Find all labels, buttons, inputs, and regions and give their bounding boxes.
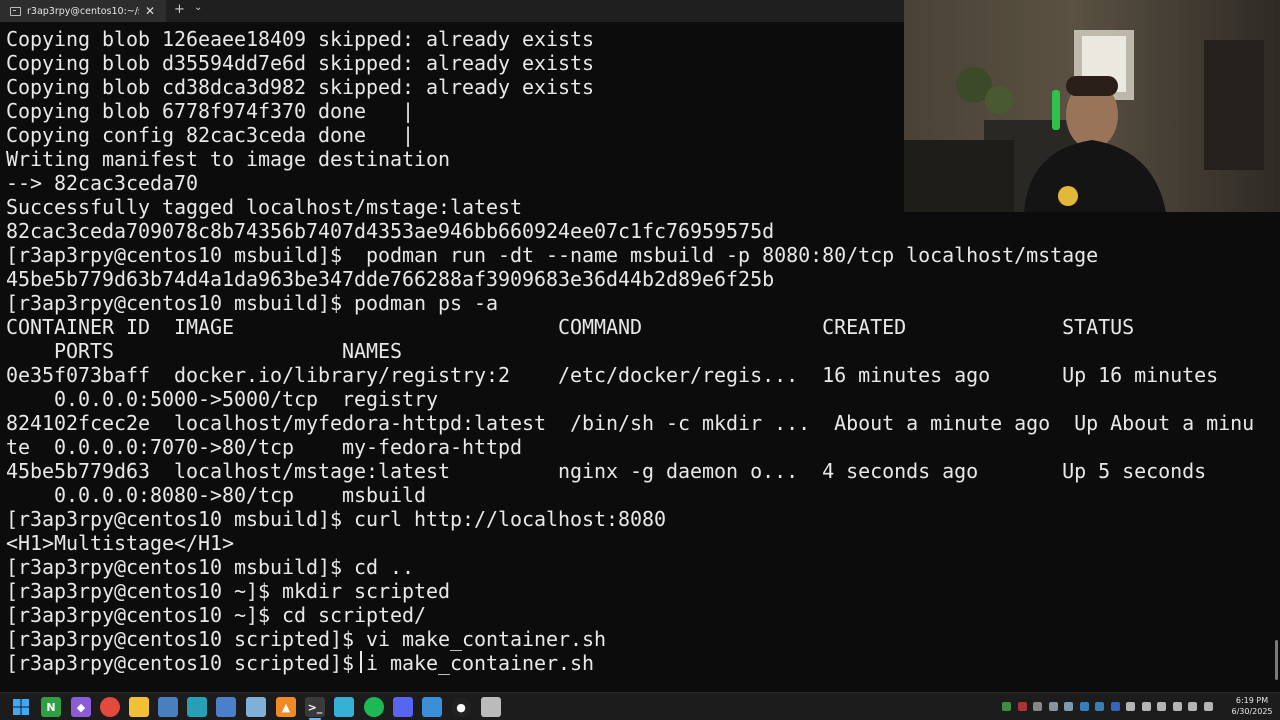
file-explorer-icon[interactable] bbox=[129, 697, 149, 717]
webcam-video bbox=[904, 0, 1280, 212]
box-app-icon[interactable] bbox=[422, 697, 442, 717]
battery-icon[interactable] bbox=[1203, 702, 1213, 711]
bluetooth-tray-icon[interactable] bbox=[1110, 702, 1120, 711]
network-tray-icon[interactable] bbox=[1095, 702, 1104, 711]
terminal-line: 0e35f073baff docker.io/library/registry:… bbox=[6, 363, 1219, 387]
green-tray-icon[interactable] bbox=[1002, 702, 1011, 711]
volume-icon[interactable] bbox=[1188, 702, 1197, 711]
taskbar: 6:19 PM 6/30/2025 N ◆ ▲ >_ ● bbox=[0, 692, 1280, 720]
onedrive-tray-icon[interactable] bbox=[1079, 702, 1089, 711]
floppy-save-icon[interactable] bbox=[216, 697, 236, 717]
app-icon[interactable] bbox=[158, 697, 178, 717]
clock-date: 6/30/2025 bbox=[1231, 707, 1273, 716]
terminal-tab-icon bbox=[10, 6, 21, 16]
snipping-icon[interactable] bbox=[246, 697, 266, 717]
terminal-line: 0.0.0.0:5000->5000/tcp registry bbox=[6, 387, 439, 411]
mic-tray-icon[interactable] bbox=[1141, 702, 1151, 711]
terminal-cursor bbox=[360, 651, 362, 673]
visual-studio-icon[interactable]: ◆ bbox=[71, 697, 91, 717]
clock-time: 6:19 PM bbox=[1235, 696, 1269, 705]
display-tray-icon[interactable] bbox=[1157, 702, 1166, 711]
terminal-line: [r3ap3rpy@centos10 scripted]$ i make_con… bbox=[6, 651, 595, 675]
terminal-line: PORTS NAMES bbox=[6, 339, 403, 363]
terminal-line: [r3ap3rpy@centos10 msbuild]$ podman ps -… bbox=[6, 291, 499, 315]
red-tray-icon[interactable] bbox=[1017, 702, 1027, 711]
terminal-line: <H1>Multistage</H1> bbox=[6, 531, 235, 555]
terminal-line: 824102fcec2e localhost/myfedora-httpd:la… bbox=[6, 411, 1255, 435]
chrome-icon[interactable] bbox=[100, 697, 120, 717]
discord-icon[interactable] bbox=[393, 697, 413, 717]
vlc-icon[interactable]: ▲ bbox=[276, 697, 296, 717]
tab-title: r3ap3rpy@centos10:~/scripte bbox=[27, 5, 139, 17]
terminal-line: 45be5b779d63 localhost/mstage:latest ngi… bbox=[6, 459, 1207, 483]
n-app-icon[interactable]: N bbox=[41, 697, 61, 717]
terminal-line: [r3ap3rpy@centos10 msbuild]$ cd .. bbox=[6, 555, 415, 579]
terminal-app-icon[interactable] bbox=[187, 697, 207, 717]
wifi-icon[interactable] bbox=[1172, 702, 1182, 711]
terminal-line: [r3ap3rpy@centos10 msbuild]$ curl http:/… bbox=[6, 507, 667, 531]
dark-app-icon[interactable]: ● bbox=[451, 697, 471, 717]
terminal-line: CONTAINER ID IMAGE COMMAND CREATED STATU… bbox=[6, 315, 1135, 339]
terminal-line: [r3ap3rpy@centos10 scripted]$ vi make_co… bbox=[6, 627, 607, 651]
webcam-overlay bbox=[904, 0, 1280, 212]
obs-icon[interactable] bbox=[481, 697, 501, 717]
terminal-line: [r3ap3rpy@centos10 ~]$ mkdir scripted bbox=[6, 579, 451, 603]
terminal-line: 82cac3ceda709078c8b74356b7407d4353ae946b… bbox=[6, 219, 775, 243]
usb-tray-icon[interactable] bbox=[1126, 702, 1135, 711]
terminal-line: 45be5b779d63b74d4a1da963be347dde766288af… bbox=[6, 267, 775, 291]
package-icon[interactable] bbox=[334, 697, 354, 717]
spotify-icon[interactable] bbox=[364, 697, 384, 717]
tab-dropdown-button[interactable]: ⌄ bbox=[194, 2, 202, 13]
taskbar-clock[interactable]: 6:19 PM 6/30/2025 bbox=[1228, 695, 1276, 717]
tray-icon[interactable] bbox=[1064, 702, 1073, 711]
terminal-tab[interactable]: r3ap3rpy@centos10:~/scripte ✕ bbox=[0, 0, 166, 22]
terminal-line: te 0.0.0.0:7070->80/tcp my-fedora-httpd bbox=[6, 435, 523, 459]
steam-tray-icon[interactable] bbox=[1048, 702, 1058, 711]
terminal-line: [r3ap3rpy@centos10 ~]$ cd scripted/ bbox=[6, 603, 427, 627]
terminal-line: [r3ap3rpy@centos10 msbuild]$ podman run … bbox=[6, 243, 1099, 267]
terminal-scrollbar[interactable] bbox=[1275, 640, 1278, 680]
close-tab-button[interactable]: ✕ bbox=[145, 5, 155, 17]
tray-icon[interactable] bbox=[1033, 702, 1042, 711]
windows-terminal-icon[interactable]: >_ bbox=[305, 697, 325, 717]
terminal-line: 0.0.0.0:8080->80/tcp msbuild bbox=[6, 483, 427, 507]
new-tab-button[interactable]: + bbox=[174, 2, 185, 17]
windows-start-icon[interactable] bbox=[11, 697, 31, 717]
